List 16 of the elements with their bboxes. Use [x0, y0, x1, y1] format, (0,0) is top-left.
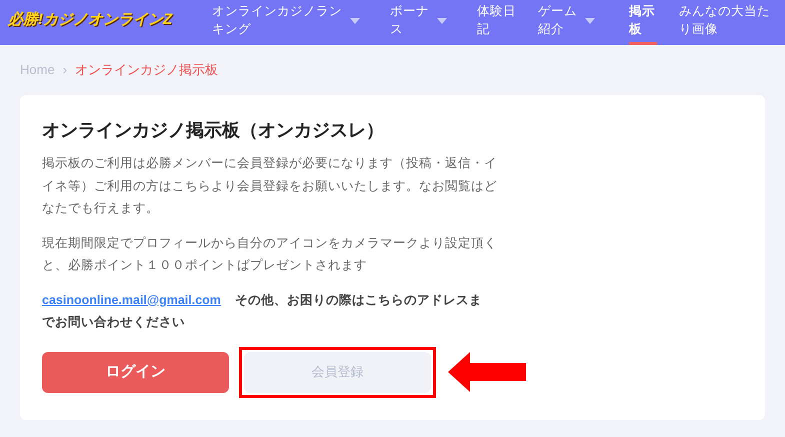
breadcrumb-link[interactable]: オンラインカジノ掲示板 — [75, 60, 218, 80]
nav-item[interactable]: みんなの大当たり画像 — [679, 0, 772, 45]
nav-item[interactable]: ボーナス — [390, 0, 448, 45]
nav-item[interactable]: 体験日記 — [477, 0, 518, 45]
contact-note: casinoonline.mail@gmail.com その他、お困りの際はこちらのアドレスまでお問い合わせください — [42, 292, 483, 330]
site-logo[interactable]: 必勝!カジノオンラインZ — [8, 10, 176, 32]
left-arrow-icon — [448, 352, 526, 392]
info-paragraph: 現在期間限定でプロフィールから自分のアイコンをカメラマークより設定頂くと、必勝ポイント１００ポイントばプレゼントされます — [42, 234, 498, 274]
page-title: オンラインカジノ掲示板（オンカジスレ） — [42, 119, 385, 142]
info-paragraph: 掲示板のご利用は必勝メンバーに会員登録が必要になります（投稿・返信・イイネ等）ご利用の方はこちらより会員登録をお願いいたします。なお閲覧はどなたでも行えます。 — [42, 155, 498, 217]
login-button[interactable]: ログイン — [42, 352, 229, 392]
email-link[interactable]: casinoonline.mail@gmail.com — [42, 292, 221, 306]
nav-item[interactable]: ゲーム紹介 — [538, 0, 596, 45]
nav-item[interactable]: オンラインカジノランキング — [212, 0, 360, 45]
nav-item[interactable]: 掲示板 — [629, 0, 658, 45]
breadcrumb-separator: › — [62, 61, 68, 80]
